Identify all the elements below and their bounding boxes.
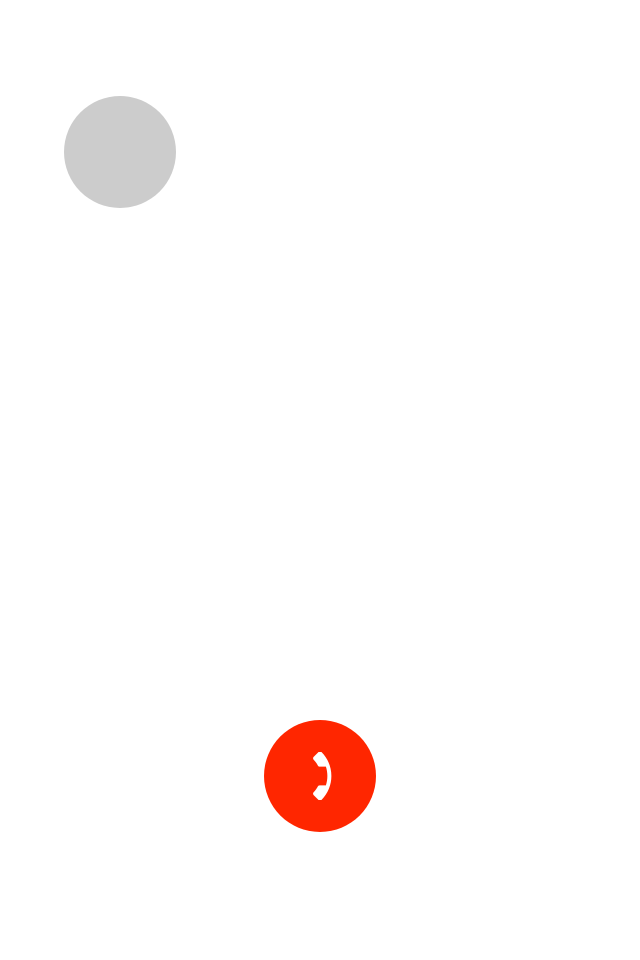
phone-hangup-icon bbox=[313, 752, 332, 800]
call-screen bbox=[0, 0, 640, 960]
end-call-button[interactable] bbox=[264, 720, 376, 832]
avatar bbox=[64, 96, 176, 208]
